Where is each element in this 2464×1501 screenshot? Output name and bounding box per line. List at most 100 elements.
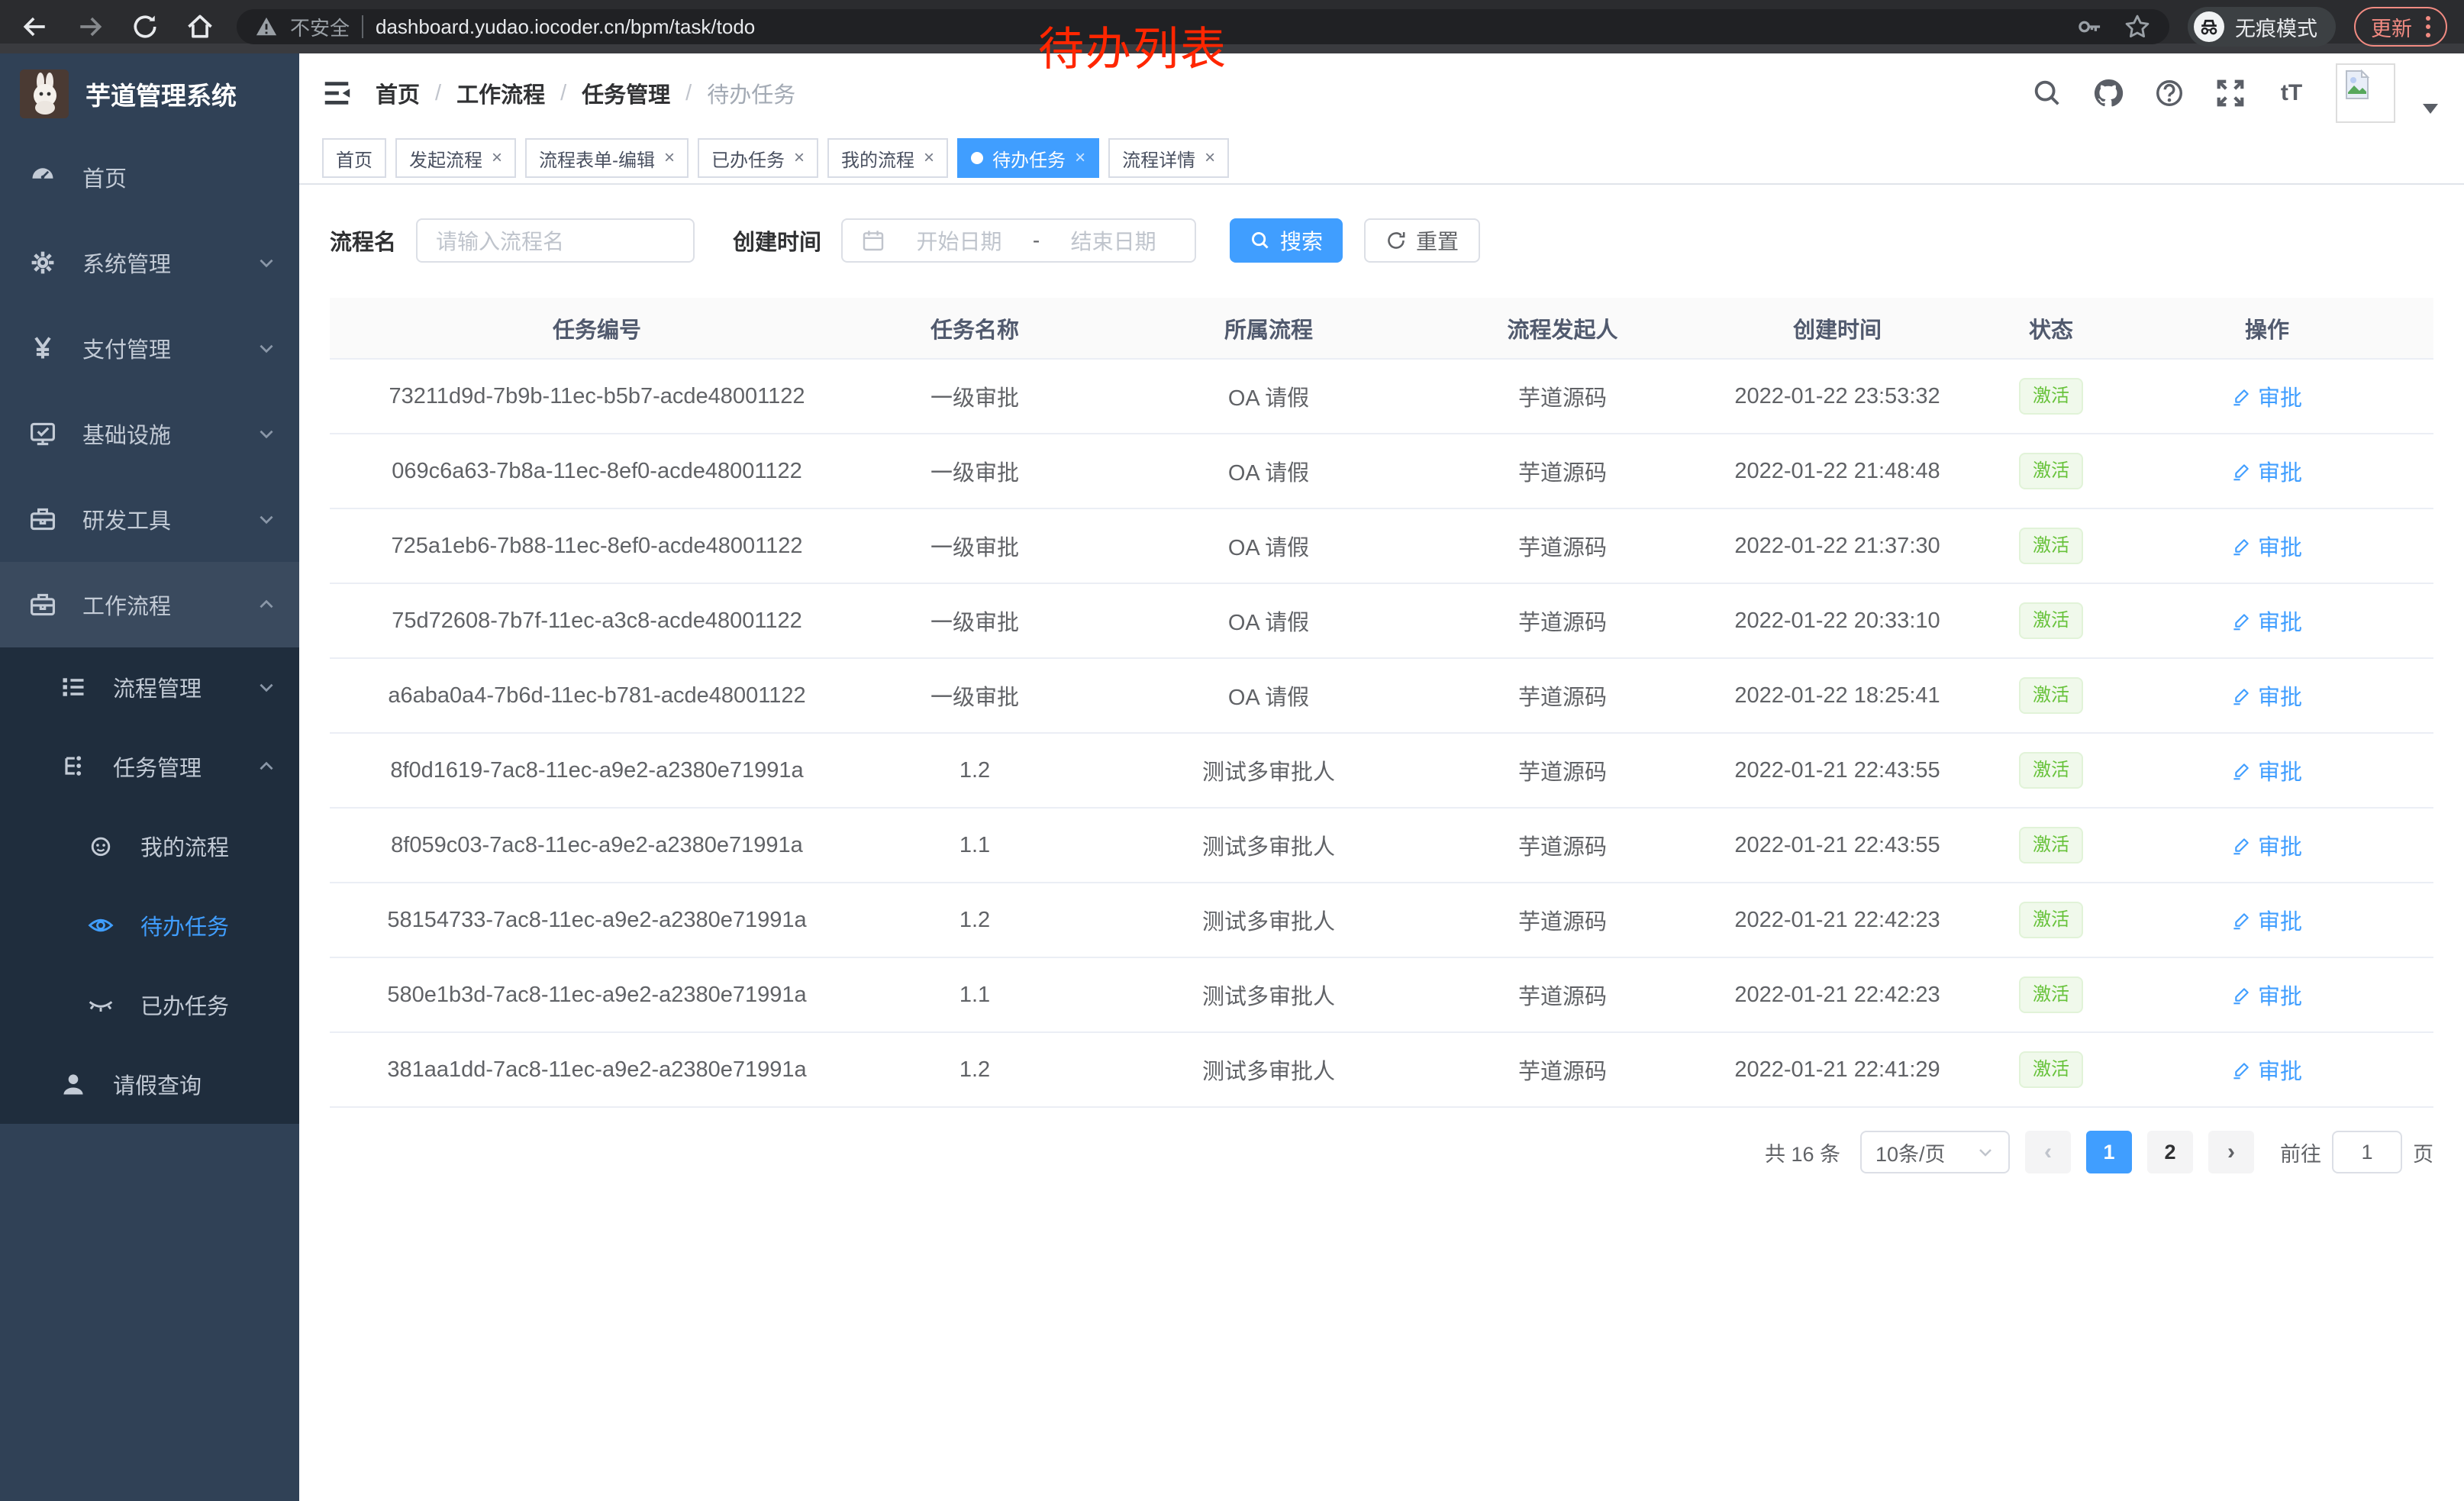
sidebar-collapse-button[interactable] bbox=[319, 76, 354, 111]
process-name-input[interactable]: 请输入流程名 bbox=[416, 218, 695, 263]
cell-starter: 芋道源码 bbox=[1452, 733, 1673, 808]
home-icon bbox=[185, 11, 215, 42]
browser-menu-icon[interactable] bbox=[2426, 16, 2430, 37]
cell-created: 2022-01-22 23:53:32 bbox=[1673, 359, 2001, 434]
tree-icon bbox=[60, 753, 87, 780]
approve-button[interactable]: 审批 bbox=[2232, 605, 2302, 637]
search-button[interactable]: 搜索 bbox=[1230, 218, 1343, 263]
sidebar-item-payment[interactable]: 支付管理 bbox=[0, 305, 299, 391]
browser-home-button[interactable] bbox=[182, 8, 218, 45]
search-button-label: 搜索 bbox=[1280, 225, 1323, 256]
password-key-icon[interactable] bbox=[2076, 13, 2104, 40]
tag-tab-todo-tasks[interactable]: 待办任务× bbox=[957, 138, 1099, 178]
sidebar-item-done-tasks[interactable]: 已办任务 bbox=[0, 965, 299, 1044]
approve-label: 审批 bbox=[2258, 530, 2302, 562]
col-actions: 操作 bbox=[2101, 298, 2433, 359]
approve-label: 审批 bbox=[2258, 829, 2302, 861]
tag-tab-my-process[interactable]: 我的流程× bbox=[827, 138, 948, 178]
reset-button[interactable]: 重置 bbox=[1364, 218, 1480, 263]
approve-button[interactable]: 审批 bbox=[2232, 979, 2302, 1011]
eye-closed-icon bbox=[87, 991, 114, 1018]
sidebar-item-system[interactable]: 系统管理 bbox=[0, 220, 299, 305]
sidebar-item-infrastructure[interactable]: 基础设施 bbox=[0, 391, 299, 476]
approve-button[interactable]: 审批 bbox=[2232, 1054, 2302, 1086]
cell-actions: 审批 bbox=[2101, 359, 2433, 434]
cell-task-id: a6aba0a4-7b6d-11ec-b781-acde48001122 bbox=[330, 658, 864, 733]
close-icon[interactable]: × bbox=[492, 149, 502, 167]
header-search-button[interactable] bbox=[2030, 76, 2064, 110]
approve-button[interactable]: 审批 bbox=[2232, 904, 2302, 936]
prev-page-button[interactable]: ‹ bbox=[2025, 1131, 2071, 1173]
close-icon[interactable]: × bbox=[664, 149, 675, 167]
cell-status: 激活 bbox=[2001, 434, 2101, 508]
close-icon[interactable]: × bbox=[1075, 149, 1085, 167]
approve-button[interactable]: 审批 bbox=[2232, 530, 2302, 562]
date-range-input[interactable]: 开始日期 - 结束日期 bbox=[841, 218, 1196, 263]
browser-update-button[interactable]: 更新 bbox=[2354, 7, 2447, 47]
approve-button[interactable]: 审批 bbox=[2232, 679, 2302, 712]
page-size-select[interactable]: 10条/页 bbox=[1860, 1131, 2010, 1173]
pagination-total: 共 16 条 bbox=[1765, 1138, 1840, 1167]
chevron-up-icon bbox=[256, 595, 276, 615]
approve-label: 审批 bbox=[2258, 754, 2302, 786]
chevron-down-icon bbox=[256, 253, 276, 273]
help-button[interactable] bbox=[2153, 76, 2186, 110]
tag-tab-process-detail[interactable]: 流程详情× bbox=[1108, 138, 1229, 178]
breadcrumb-item-workflow[interactable]: 工作流程 bbox=[456, 77, 545, 109]
breadcrumb-item-home[interactable]: 首页 bbox=[376, 77, 420, 109]
avatar[interactable] bbox=[2336, 63, 2395, 123]
table-body: 73211d9d-7b9b-11ec-b5b7-acde48001122 一级审… bbox=[330, 359, 2433, 1107]
tag-tab-form-edit[interactable]: 流程表单-编辑× bbox=[525, 138, 689, 178]
fullscreen-button[interactable] bbox=[2214, 76, 2247, 110]
browser-back-button[interactable] bbox=[17, 8, 53, 45]
bookmark-star-icon[interactable] bbox=[2124, 13, 2151, 40]
table-row: 069c6a63-7b8a-11ec-8ef0-acde48001122 一级审… bbox=[330, 434, 2433, 508]
status-badge: 激活 bbox=[2019, 976, 2083, 1013]
sidebar-item-label: 任务管理 bbox=[113, 750, 202, 783]
approve-button[interactable]: 审批 bbox=[2232, 380, 2302, 412]
cell-status: 激活 bbox=[2001, 1032, 2101, 1107]
cell-process: 测试多审批人 bbox=[1085, 733, 1452, 808]
close-icon[interactable]: × bbox=[1205, 149, 1215, 167]
sidebar-item-label: 系统管理 bbox=[82, 247, 171, 279]
sidebar-item-process-mgmt[interactable]: 流程管理 bbox=[0, 647, 299, 727]
create-time-label: 创建时间 bbox=[733, 224, 821, 257]
approve-button[interactable]: 审批 bbox=[2232, 754, 2302, 786]
cell-status: 激活 bbox=[2001, 733, 2101, 808]
page-button-2[interactable]: 2 bbox=[2147, 1131, 2193, 1173]
tag-tab-start-process[interactable]: 发起流程× bbox=[395, 138, 516, 178]
sidebar-item-todo-tasks[interactable]: 待办任务 bbox=[0, 886, 299, 965]
font-size-button[interactable]: tT bbox=[2275, 76, 2308, 110]
sidebar-item-my-process[interactable]: 我的流程 bbox=[0, 806, 299, 886]
browser-reload-button[interactable] bbox=[127, 8, 163, 45]
reload-icon bbox=[130, 11, 160, 42]
avatar-dropdown-caret[interactable] bbox=[2423, 104, 2438, 114]
cell-process: 测试多审批人 bbox=[1085, 808, 1452, 883]
sidebar-item-leave-query[interactable]: 请假查询 bbox=[0, 1044, 299, 1124]
browser-forward-button[interactable] bbox=[72, 8, 108, 45]
tag-tab-done-tasks[interactable]: 已办任务× bbox=[698, 138, 818, 178]
cell-task-id: 8f0d1619-7ac8-11ec-a9e2-a2380e71991a bbox=[330, 733, 864, 808]
sidebar-item-dev-tools[interactable]: 研发工具 bbox=[0, 476, 299, 562]
annotation-title: 待办列表 bbox=[1038, 12, 1227, 79]
user-icon bbox=[60, 1070, 87, 1098]
github-link[interactable] bbox=[2091, 76, 2125, 110]
tag-tab-home[interactable]: 首页 bbox=[322, 138, 386, 178]
breadcrumb-item-task-mgmt[interactable]: 任务管理 bbox=[582, 77, 670, 109]
close-icon[interactable]: × bbox=[794, 149, 805, 167]
approve-button[interactable]: 审批 bbox=[2232, 829, 2302, 861]
sidebar-item-home[interactable]: 首页 bbox=[0, 134, 299, 220]
approve-button[interactable]: 审批 bbox=[2232, 455, 2302, 487]
goto-page-input[interactable] bbox=[2332, 1131, 2402, 1173]
close-icon[interactable]: × bbox=[924, 149, 934, 167]
next-page-button[interactable]: › bbox=[2208, 1131, 2254, 1173]
process-name-label: 流程名 bbox=[330, 224, 396, 257]
edit-icon bbox=[2232, 611, 2252, 631]
sidebar-item-task-mgmt[interactable]: 任务管理 bbox=[0, 727, 299, 806]
sidebar-item-workflow[interactable]: 工作流程 bbox=[0, 562, 299, 647]
page-button-1[interactable]: 1 bbox=[2086, 1131, 2132, 1173]
cell-task-id: 58154733-7ac8-11ec-a9e2-a2380e71991a bbox=[330, 883, 864, 957]
sidebar-item-label: 我的流程 bbox=[140, 830, 229, 862]
sidebar-item-label: 流程管理 bbox=[113, 671, 202, 703]
cell-process: 测试多审批人 bbox=[1085, 883, 1452, 957]
